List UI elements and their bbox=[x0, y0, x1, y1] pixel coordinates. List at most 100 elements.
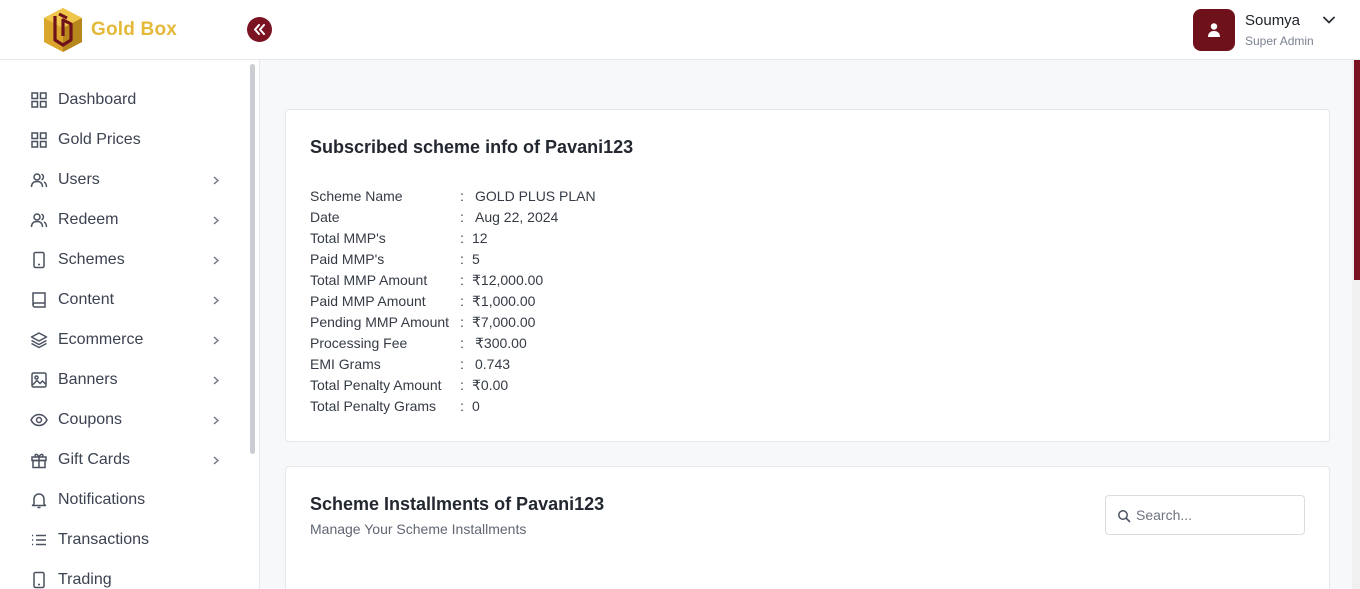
info-separator: : bbox=[460, 188, 464, 204]
grid-icon bbox=[31, 92, 47, 108]
info-separator: : bbox=[460, 377, 464, 393]
info-separator: : bbox=[460, 209, 464, 225]
info-value: GOLD PLUS PLAN bbox=[475, 188, 596, 204]
sidebar-item-dashboard[interactable]: Dashboard bbox=[0, 80, 250, 120]
card-title: Subscribed scheme info of Pavani123 bbox=[310, 137, 634, 157]
info-label: Total MMP Amount bbox=[310, 272, 428, 288]
chevron-right-icon bbox=[208, 452, 224, 468]
bell-icon bbox=[31, 493, 47, 509]
info-label: Total Penalty Grams bbox=[310, 398, 437, 414]
info-label: EMI Grams bbox=[310, 356, 381, 372]
sidebar-item-ecommerce[interactable]: Ecommerce bbox=[0, 320, 250, 360]
info-separator: : bbox=[460, 398, 464, 414]
users-icon bbox=[30, 173, 48, 188]
avatar bbox=[1193, 9, 1235, 51]
sidebar-item-notifications[interactable]: Notifications bbox=[0, 480, 250, 520]
info-value: 0.743 bbox=[475, 356, 511, 372]
info-value: 5 bbox=[472, 251, 480, 267]
layers-icon bbox=[30, 332, 48, 349]
chevron-right-icon bbox=[208, 172, 224, 188]
info-label: Date bbox=[310, 209, 340, 225]
info-value: ₹300.00 bbox=[475, 335, 527, 351]
phone-icon bbox=[33, 251, 45, 269]
users-icon bbox=[30, 213, 48, 228]
sidebar-item-label: Trading bbox=[58, 571, 112, 588]
sidebar-item-gold-prices[interactable]: Gold Prices bbox=[0, 120, 250, 160]
book-icon bbox=[32, 292, 46, 308]
user-role: Super Admin bbox=[1245, 33, 1314, 48]
double-chevron-left-icon bbox=[254, 24, 265, 35]
info-value: Aug 22, 2024 bbox=[475, 209, 559, 225]
info-value: ₹0.00 bbox=[472, 377, 509, 393]
info-value: ₹12,000.00 bbox=[472, 272, 544, 288]
chevron-right-icon bbox=[208, 252, 224, 268]
user-info: Soumya Super Admin bbox=[1245, 12, 1314, 49]
grid-icon bbox=[31, 132, 47, 148]
search-input[interactable] bbox=[1136, 504, 1296, 526]
sidebar-item-label: Coupons bbox=[58, 411, 123, 428]
info-separator: : bbox=[460, 335, 464, 351]
sidebar-item-label: Schemes bbox=[58, 251, 125, 268]
scheme-info-card: Subscribed scheme info of Pavani123 Sche… bbox=[285, 109, 1330, 442]
sidebar-item-schemes[interactable]: Schemes bbox=[0, 240, 250, 280]
chevron-right-icon bbox=[208, 212, 224, 228]
sidebar-item-banners[interactable]: Banners bbox=[0, 360, 250, 400]
info-separator: : bbox=[460, 314, 464, 330]
section-title: Scheme Installments of Pavani123 bbox=[310, 494, 605, 514]
sidebar: Dashboard Gold Prices Users Redeem Schem… bbox=[0, 60, 260, 589]
info-label: Processing Fee bbox=[310, 335, 408, 351]
info-separator: : bbox=[460, 251, 464, 267]
chevron-right-icon bbox=[208, 372, 224, 388]
brand-name: Gold Box bbox=[91, 19, 178, 40]
sidebar-item-label: Notifications bbox=[58, 491, 146, 508]
sidebar-item-label: Content bbox=[58, 291, 115, 308]
sidebar-item-label: Ecommerce bbox=[58, 331, 144, 348]
sidebar-item-content[interactable]: Content bbox=[0, 280, 250, 320]
gold-box-logo-icon bbox=[44, 8, 82, 52]
sidebar-item-gift-cards[interactable]: Gift Cards bbox=[0, 440, 250, 480]
scheme-installments-card: Scheme Installments of Pavani123 Manage … bbox=[285, 466, 1330, 589]
search-box[interactable] bbox=[1105, 495, 1305, 535]
collapse-sidebar-button[interactable] bbox=[247, 17, 272, 42]
info-separator: : bbox=[460, 272, 464, 288]
info-label: Total Penalty Amount bbox=[310, 377, 442, 393]
top-header: Gold Box Soumya Super Admin bbox=[0, 0, 1360, 60]
info-label: Paid MMP's bbox=[310, 251, 385, 267]
info-separator: : bbox=[460, 230, 464, 246]
info-value: 0 bbox=[472, 398, 480, 414]
page-scrollbar-thumb[interactable] bbox=[1354, 60, 1360, 280]
sidebar-scrollbar[interactable] bbox=[250, 64, 255, 454]
info-separator: : bbox=[460, 356, 464, 372]
phone-icon bbox=[33, 571, 45, 589]
info-value: ₹7,000.00 bbox=[472, 314, 536, 330]
eye-icon bbox=[30, 413, 48, 427]
section-subtitle: Manage Your Scheme Installments bbox=[310, 521, 527, 537]
sidebar-item-coupons[interactable]: Coupons bbox=[0, 400, 250, 440]
gift-icon bbox=[31, 453, 47, 469]
info-label: Pending MMP Amount bbox=[310, 314, 450, 330]
sidebar-item-users[interactable]: Users bbox=[0, 160, 250, 200]
info-label: Total MMP's bbox=[310, 230, 386, 246]
sidebar-item-trading[interactable]: Trading bbox=[0, 560, 250, 589]
chevron-down-icon[interactable] bbox=[1323, 16, 1335, 24]
info-value: 12 bbox=[472, 230, 488, 246]
info-separator: : bbox=[460, 293, 464, 309]
user-icon bbox=[1208, 23, 1220, 37]
sidebar-item-label: Users bbox=[58, 171, 100, 188]
chevron-right-icon bbox=[208, 412, 224, 428]
sidebar-item-transactions[interactable]: Transactions bbox=[0, 520, 250, 560]
image-icon bbox=[31, 372, 47, 388]
chevron-right-icon bbox=[208, 332, 224, 348]
brand-logo[interactable]: Gold Box bbox=[42, 6, 177, 54]
sidebar-item-label: Gold Prices bbox=[58, 131, 141, 148]
info-value: ₹1,000.00 bbox=[472, 293, 536, 309]
list-icon bbox=[32, 534, 46, 546]
chevron-right-icon bbox=[208, 292, 224, 308]
sidebar-item-label: Gift Cards bbox=[58, 451, 131, 468]
info-label: Paid MMP Amount bbox=[310, 293, 426, 309]
sidebar-item-label: Banners bbox=[58, 371, 118, 388]
sidebar-item-label: Transactions bbox=[58, 531, 149, 548]
sidebar-item-redeem[interactable]: Redeem bbox=[0, 200, 250, 240]
search-icon bbox=[1118, 510, 1131, 523]
user-menu[interactable]: Soumya Super Admin bbox=[1193, 9, 1335, 51]
